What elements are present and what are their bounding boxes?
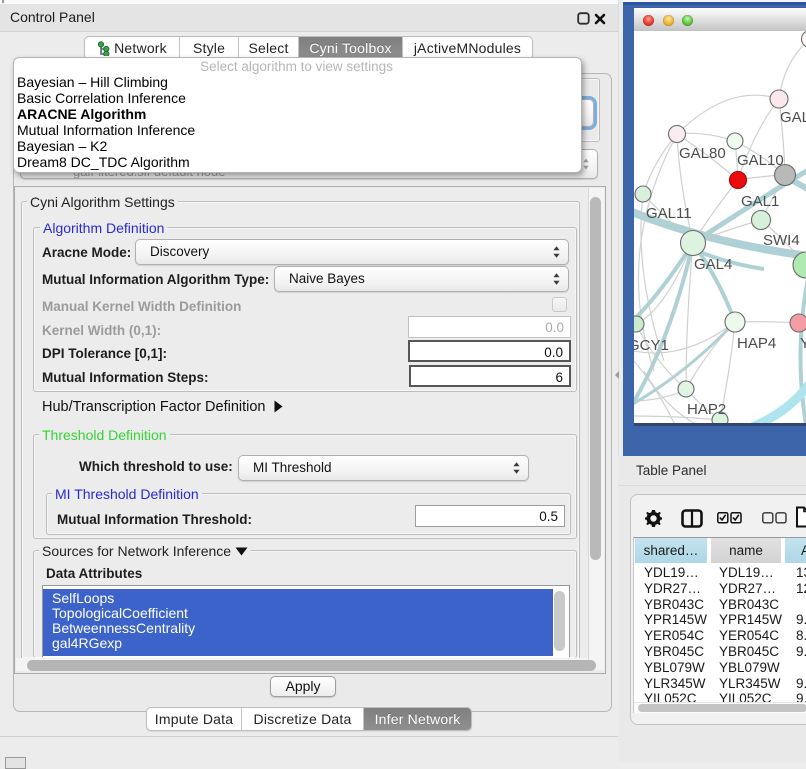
svg-text:GAL11: GAL11 (646, 205, 692, 222)
svg-text:SWI4: SWI4 (763, 232, 800, 249)
svg-text:GCY1: GCY1 (634, 337, 669, 354)
svg-text:GAL2: GAL2 (780, 109, 806, 126)
svg-text:Y: Y (800, 335, 806, 352)
svg-text:GAL1: GAL1 (741, 193, 779, 210)
svg-text:GAL10: GAL10 (737, 152, 784, 169)
svg-text:HAP4: HAP4 (737, 335, 776, 352)
svg-text:GAL80: GAL80 (679, 145, 726, 162)
svg-text:GAL4: GAL4 (694, 256, 732, 273)
svg-text:HAP2: HAP2 (687, 401, 726, 418)
